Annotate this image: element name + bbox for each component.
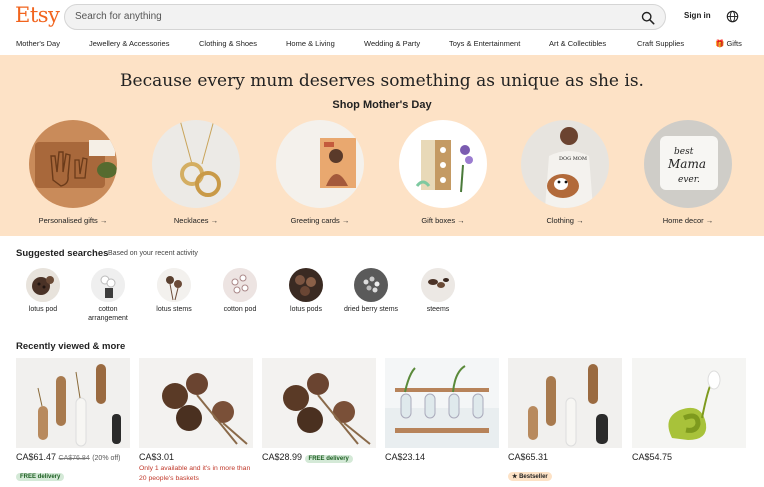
pillow-text-3: ever. [678,175,700,185]
product-image[interactable] [385,358,499,448]
suggestion-thumbnail [157,268,191,302]
free-delivery-badge: FREE delivery [304,455,353,463]
recently-viewed-title: Recently viewed & more [16,341,126,352]
suggestion-label: dried berry stems [343,306,399,313]
suggested-searches-note: Based on your recent activity [108,250,198,257]
suggestion-label: cotton arrangement [88,306,128,322]
category-label: Home decor → [662,216,714,225]
pillow-text-2: Mama [667,157,706,171]
hero-subtitle[interactable]: Shop Mother's Day [0,99,764,111]
etsy-logo[interactable]: Etsy [15,3,60,27]
hero-title: Because every mum deserves something as … [120,71,644,91]
nav-clothing[interactable]: Clothing & Shoes [199,39,257,48]
product-price: CA$61.47 CA$76.84 (20% off) [16,452,121,462]
nav-jewellery[interactable]: Jewellery & Accessories [89,39,169,48]
nav-home-living[interactable]: Home & Living [286,39,335,48]
category-label: Necklaces → [173,216,219,225]
nav-mothers-day[interactable]: Mother's Day [16,39,60,48]
header: Etsy Search for anything Sign in [0,0,764,36]
suggested-searches-title: Suggested searches [16,248,109,259]
product-price: CA$3.01 [139,452,175,462]
product-image[interactable] [139,358,253,448]
product-image[interactable] [16,358,130,448]
suggestion-label: lotus pod [28,306,58,313]
arrow-right-icon: → [99,216,108,225]
nav-toys[interactable]: Toys & Entertainment [449,39,520,48]
personalised-gift-image [29,120,117,208]
product-price: CA$28.99 FREE delivery [262,452,353,463]
arrow-right-icon: → [210,216,219,225]
nav-wedding[interactable]: Wedding & Party [364,39,420,48]
category-label: Greeting cards → [290,216,350,225]
nav-craft[interactable]: Craft Supplies [637,39,684,48]
discount-label: (20% off) [92,455,121,462]
suggestion-label: lotus stems [156,306,192,313]
suggestion-thumbnail [289,268,323,302]
product-image[interactable] [262,358,376,448]
original-price: CA$76.84 [58,455,90,462]
product-image[interactable] [508,358,622,448]
greeting-card-image [276,120,364,208]
category-label: Clothing → [546,216,584,225]
search-icon[interactable] [641,11,655,25]
product-price: CA$54.75 [632,452,673,462]
arrow-right-icon: → [341,216,350,225]
product-price: CA$23.14 [385,452,426,462]
nav-art[interactable]: Art & Collectibles [549,39,606,48]
clothing-image: DOG MOM [521,120,609,208]
arrow-right-icon: → [705,216,714,225]
arrow-right-icon: → [457,216,465,225]
svg-text:DOG MOM: DOG MOM [559,156,587,162]
home-decor-image: best Mama ever. [644,120,732,208]
suggestion-thumbnail [421,268,455,302]
sign-in-link[interactable]: Sign in [684,11,711,20]
suggestion-thumbnail [91,268,125,302]
gift-icon: 🎁 [715,39,725,48]
suggestion-thumbnail [223,268,257,302]
bestseller-row: ★ Bestseller [508,465,552,483]
suggestion-thumbnail [354,268,388,302]
product-price: CA$65.31 [508,452,549,462]
pillow-text-1: best [674,147,694,157]
category-label: Personalised gifts → [38,216,108,225]
suggestion-label: cotton pod [223,306,257,313]
category-nav: Mother's Day Jewellery & Accessories Clo… [0,36,764,54]
nav-gifts-label: Gifts [726,39,742,48]
arrow-right-icon: → [576,216,584,225]
gift-box-image [399,120,487,208]
search-bar[interactable]: Search for anything [64,4,666,30]
category-label: Gift boxes → [421,216,465,225]
search-input[interactable]: Search for anything [75,11,162,22]
necklace-image [152,120,240,208]
free-delivery-badge: FREE delivery [16,473,65,481]
bestseller-badge: ★ Bestseller [508,472,552,481]
award-icon: ★ [512,474,518,480]
mothers-day-banner: Because every mum deserves something as … [0,55,764,236]
suggestion-label: steems [426,306,450,313]
shopping-basket-icon[interactable] [726,10,739,23]
stock-warning: Only 1 available and it's in more than 2… [139,465,251,482]
nav-gifts[interactable]: 🎁 Gifts [715,39,742,48]
suggestion-label: lotus pods [290,306,322,313]
product-image[interactable] [632,358,746,448]
suggestion-thumbnail [26,268,60,302]
delivery-row: FREE delivery [16,465,65,483]
